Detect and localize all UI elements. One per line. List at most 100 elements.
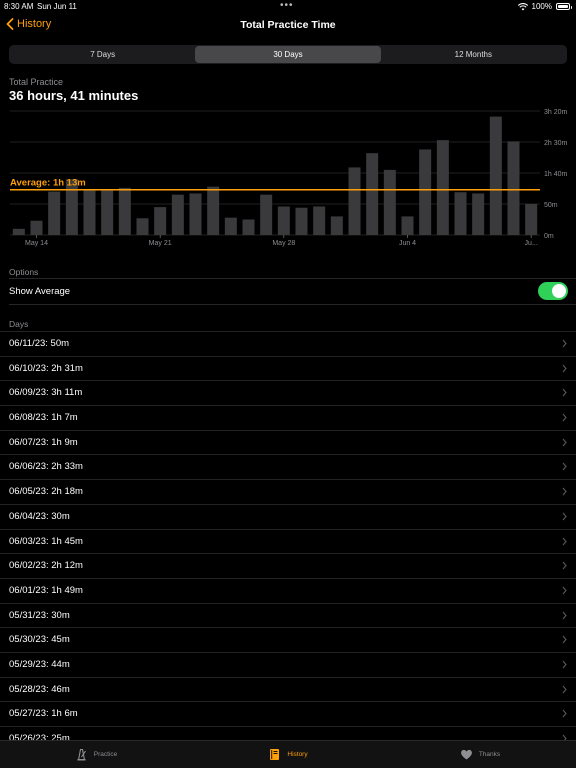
day-row-label: 06/03/23: 1h 45m xyxy=(9,535,83,547)
multitasking-dots-icon[interactable]: ••• xyxy=(280,0,294,11)
y-tick-label: 3h 20m xyxy=(544,109,568,116)
tab-bar: Practice History Thanks xyxy=(0,740,576,768)
days-list: 06/11/23: 50m 06/10/23: 2h 31m 06/09/23: 3… xyxy=(0,331,576,741)
chart-bar xyxy=(136,218,149,235)
chevron-right-icon xyxy=(562,438,567,447)
status-date: Sun Jun 11 xyxy=(37,2,77,11)
day-row[interactable]: 06/08/23: 1h 7m xyxy=(0,405,576,430)
tab-practice-label: Practice xyxy=(93,751,118,758)
chevron-right-icon xyxy=(562,463,567,471)
chart-bar xyxy=(366,153,379,235)
day-row-label: 05/30/23: 45m xyxy=(9,634,70,646)
chevron-right-icon xyxy=(562,364,567,373)
tab-history[interactable]: History xyxy=(192,741,384,768)
y-tick-label: 2h 30m xyxy=(544,140,568,147)
chevron-right-icon xyxy=(562,709,567,718)
chart-bar xyxy=(295,207,308,235)
day-row[interactable]: 06/09/23: 3h 11m xyxy=(0,380,576,405)
chart-bar xyxy=(224,217,237,235)
day-row[interactable]: 06/03/23: 1h 45m xyxy=(0,528,576,554)
chart-bar xyxy=(30,220,43,235)
day-row[interactable]: 05/30/23: 45m xyxy=(0,627,576,652)
total-practice-caption: Total Practice xyxy=(9,77,64,87)
chart-bar xyxy=(83,190,96,235)
wifi-icon xyxy=(517,2,528,10)
chevron-right-icon xyxy=(562,635,567,644)
range-segmented-control: 7 Days 30 Days 12 Months xyxy=(9,45,567,64)
x-tick-label: May 28 xyxy=(272,240,295,247)
day-row-label: 06/10/23: 2h 31m xyxy=(9,362,83,374)
day-row[interactable]: 05/26/23: 25m xyxy=(0,726,576,741)
navigation-bar: History Total Practice Time xyxy=(0,12,576,40)
section-divider xyxy=(9,304,576,305)
chart-bar xyxy=(330,216,343,235)
battery-icon xyxy=(556,3,572,10)
x-tick-label: May 21 xyxy=(149,240,172,247)
chevron-right-icon xyxy=(562,339,567,348)
average-label: Average: 1h 13m xyxy=(10,178,86,189)
battery-percent: 100% xyxy=(531,2,552,11)
day-row-label: 05/29/23: 44m xyxy=(9,658,70,670)
heart-icon xyxy=(460,749,472,760)
chart-bar xyxy=(436,140,449,235)
options-section-header: Options xyxy=(9,267,39,277)
segment-7-days[interactable]: 7 Days xyxy=(10,46,195,63)
day-row[interactable]: 06/02/23: 2h 12m xyxy=(0,553,576,578)
day-row-label: 05/31/23: 30m xyxy=(9,609,70,621)
day-row-label: 06/04/23: 30m xyxy=(9,510,70,522)
book-icon xyxy=(270,749,280,760)
tab-thanks-label: Thanks xyxy=(478,751,501,758)
y-tick-label: 50m xyxy=(544,202,558,209)
segment-30-days[interactable]: 30 Days xyxy=(195,46,381,63)
chart-bar xyxy=(313,206,326,235)
chevron-right-icon xyxy=(562,586,567,595)
chart-bar xyxy=(154,207,167,235)
day-row-label: 06/09/23: 3h 11m xyxy=(9,387,83,399)
tab-thanks[interactable]: Thanks xyxy=(384,741,576,768)
chart-bar xyxy=(48,191,61,235)
day-row[interactable]: 05/29/23: 44m xyxy=(0,651,576,677)
chart-bar xyxy=(189,193,202,235)
chart-bar xyxy=(260,194,273,235)
day-row[interactable]: 05/27/23: 1h 6m xyxy=(0,701,576,726)
chart-bar xyxy=(348,167,361,235)
day-row[interactable]: 05/31/23: 30m xyxy=(0,602,576,628)
chart-bar xyxy=(525,204,538,235)
x-tick-label: Jun 4 xyxy=(399,240,416,247)
chart-bar xyxy=(12,228,25,235)
x-tick-label: May 14 xyxy=(25,240,48,247)
show-average-toggle[interactable] xyxy=(538,282,568,300)
day-row[interactable]: 05/28/23: 46m xyxy=(0,676,576,702)
tab-practice[interactable]: Practice xyxy=(0,741,192,768)
day-row-label: 06/06/23: 2h 33m xyxy=(9,461,83,473)
chart-bar xyxy=(242,219,255,235)
day-row-label: 06/02/23: 2h 12m xyxy=(9,560,83,572)
show-average-row: Show Average xyxy=(0,279,576,304)
chart-bar xyxy=(507,141,520,235)
chart-bar xyxy=(401,216,414,235)
day-row[interactable]: 06/10/23: 2h 31m xyxy=(0,355,576,381)
day-row[interactable]: 06/01/23: 1h 49m xyxy=(0,577,576,603)
day-row-label: 05/28/23: 46m xyxy=(9,683,70,695)
status-time: 8:30 AM xyxy=(4,2,34,11)
chevron-right-icon xyxy=(562,537,567,545)
segment-12-months[interactable]: 12 Months xyxy=(381,46,566,63)
day-row-label: 06/08/23: 1h 7m xyxy=(9,412,78,424)
chevron-right-icon xyxy=(562,413,567,422)
chart-bar xyxy=(207,186,220,235)
day-row[interactable]: 06/06/23: 2h 33m xyxy=(0,454,576,479)
day-row-label: 06/07/23: 1h 9m xyxy=(9,436,78,448)
day-row[interactable]: 06/11/23: 50m xyxy=(0,331,576,356)
chart-bar xyxy=(171,194,184,235)
chart-bar xyxy=(383,169,396,235)
day-row-label: 05/27/23: 1h 6m xyxy=(9,708,78,720)
day-row[interactable]: 06/05/23: 2h 18m xyxy=(0,479,576,504)
day-row[interactable]: 06/07/23: 1h 9m xyxy=(0,429,576,455)
chart-bar xyxy=(472,193,485,235)
chevron-right-icon xyxy=(562,611,567,619)
day-row-label: 06/11/23: 50m xyxy=(9,338,70,349)
day-row-label: 06/05/23: 2h 18m xyxy=(9,486,83,498)
day-row[interactable]: 06/04/23: 30m xyxy=(0,503,576,529)
chart-bar xyxy=(277,206,290,235)
y-tick-label: 0m xyxy=(544,233,554,240)
